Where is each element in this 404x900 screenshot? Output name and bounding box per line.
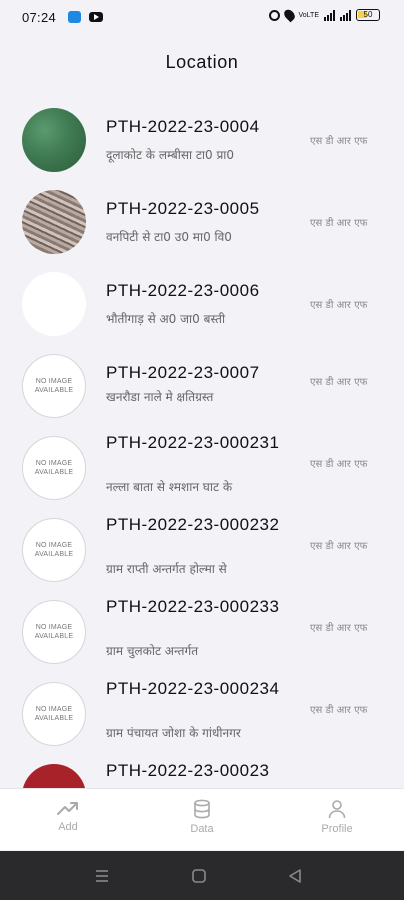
network-type: VoLTE xyxy=(298,11,320,19)
location-icon xyxy=(281,7,297,23)
no-image-placeholder: NO IMAGE AVAILABLE xyxy=(22,436,86,500)
list-item[interactable]: PTH-2022-23-00023 xyxy=(0,754,404,788)
item-description: भौतीगाड़ से अ0 जा0 बस्ती xyxy=(106,312,226,326)
signal-icon-2 xyxy=(340,9,351,21)
tab-profile[interactable]: Profile xyxy=(297,799,377,835)
status-time: 07:24 xyxy=(22,10,57,25)
item-tag: एस डी आर एफ xyxy=(310,541,368,552)
list-item[interactable]: NO IMAGE AVAILABLE PTH-2022-23-000231 नल… xyxy=(0,426,404,508)
item-tag: एस डी आर एफ xyxy=(310,136,368,147)
item-tag: एस डी आर एफ xyxy=(310,218,368,229)
bottom-tab-bar: Add Data Profile xyxy=(0,788,404,850)
tab-profile-label: Profile xyxy=(321,823,353,835)
item-tag: एस डी आर एफ xyxy=(310,623,368,634)
list-item[interactable]: PTH-2022-23-0004 दूलाकोट के लम्बीसा टा0 … xyxy=(0,98,404,180)
no-image-placeholder: NO IMAGE AVAILABLE xyxy=(22,354,86,418)
list-item[interactable]: NO IMAGE AVAILABLE PTH-2022-23-000234 ग्… xyxy=(0,672,404,754)
tab-data[interactable]: Data xyxy=(162,799,242,835)
status-icons: VoLTE 50 xyxy=(268,7,380,23)
item-thumbnail xyxy=(22,272,86,336)
item-description: दूलाकोट के लम्बीसा टा0 प्रा0 xyxy=(106,148,235,162)
list-item[interactable]: NO IMAGE AVAILABLE PTH-2022-23-0007 खनरौ… xyxy=(0,344,404,426)
status-bar: 07:24 VoLTE 50 xyxy=(0,0,404,36)
item-code: PTH-2022-23-000232 xyxy=(106,515,280,534)
item-description: ग्राम चुलकोट अन्तर्गत xyxy=(106,644,199,658)
item-code: PTH-2022-23-0005 xyxy=(106,199,260,218)
item-tag: एस डी आर एफ xyxy=(310,705,368,716)
item-description: ग्राम राप्ती अन्तर्गत होल्मा से xyxy=(106,562,227,576)
list-item[interactable]: PTH-2022-23-0005 वनपिटी से टा0 उ0 मा0 वि… xyxy=(0,180,404,262)
no-image-placeholder: NO IMAGE AVAILABLE xyxy=(22,600,86,664)
user-icon xyxy=(328,800,346,819)
menu-icon[interactable] xyxy=(94,868,110,884)
item-thumbnail xyxy=(22,764,86,788)
item-thumbnail xyxy=(22,190,86,254)
list-item[interactable]: NO IMAGE AVAILABLE PTH-2022-23-000233 ग्… xyxy=(0,590,404,672)
back-icon[interactable] xyxy=(287,868,303,884)
battery-icon: 50 xyxy=(356,9,380,21)
item-tag: एस डी आर एफ xyxy=(310,459,368,470)
list-item[interactable]: NO IMAGE AVAILABLE PTH-2022-23-000232 ग्… xyxy=(0,508,404,590)
item-code: PTH-2022-23-00023 xyxy=(106,761,270,780)
tab-add[interactable]: Add xyxy=(28,799,108,833)
app-notification-icon xyxy=(68,11,81,23)
location-list[interactable]: PTH-2022-23-0004 दूलाकोट के लम्बीसा टा0 … xyxy=(0,98,404,788)
database-icon xyxy=(194,799,210,819)
list-item[interactable]: PTH-2022-23-0006 भौतीगाड़ से अ0 जा0 बस्त… xyxy=(0,262,404,344)
item-code: PTH-2022-23-0007 xyxy=(106,363,260,382)
tab-add-label: Add xyxy=(58,821,78,833)
item-description: वनपिटी से टा0 उ0 मा0 वि0 xyxy=(106,230,232,244)
item-thumbnail xyxy=(22,108,86,172)
tab-data-label: Data xyxy=(190,823,214,835)
item-code: PTH-2022-23-000234 xyxy=(106,679,280,698)
page-title: Location xyxy=(165,52,239,72)
item-description: ग्राम पंचायत जोशा के गांधीनगर xyxy=(106,726,241,740)
battery-level: 50 xyxy=(363,10,373,19)
item-tag: एस डी आर एफ xyxy=(310,300,368,311)
page-header: Location xyxy=(0,52,404,73)
item-description: नल्ला बाता से श्मशान घाट के xyxy=(106,480,233,494)
item-code: PTH-2022-23-0004 xyxy=(106,117,260,136)
home-icon[interactable] xyxy=(191,868,207,884)
trending-up-icon xyxy=(57,802,78,815)
system-nav-bar xyxy=(0,851,404,900)
alarm-icon xyxy=(268,9,280,21)
no-image-placeholder: NO IMAGE AVAILABLE xyxy=(22,682,86,746)
item-tag: एस डी आर एफ xyxy=(310,377,368,388)
no-image-placeholder: NO IMAGE AVAILABLE xyxy=(22,518,86,582)
item-code: PTH-2022-23-000231 xyxy=(106,433,280,452)
signal-icon xyxy=(324,9,335,21)
item-code: PTH-2022-23-000233 xyxy=(106,597,280,616)
item-description: खनरौडा नाले मे क्षतिग्रस्त xyxy=(106,390,214,404)
item-code: PTH-2022-23-0006 xyxy=(106,281,260,300)
youtube-icon xyxy=(89,12,103,22)
